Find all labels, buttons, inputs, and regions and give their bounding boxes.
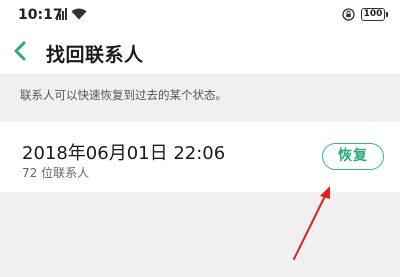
wifi-icon	[71, 8, 87, 20]
backup-contact-count: 72 位联系人	[22, 166, 90, 180]
restore-button[interactable]: 恢复	[322, 143, 384, 170]
lock-rotation-icon	[342, 8, 355, 21]
annotation-arrow-icon	[293, 186, 330, 260]
backup-date: 2018年06月01日 22:06	[22, 143, 226, 164]
hint-text: 联系人可以快速恢复到过去的某个状态。	[20, 88, 227, 102]
chevron-left-icon[interactable]	[12, 40, 28, 62]
page-title: 找回联系人	[46, 44, 144, 66]
status-bar: 10:17 100	[0, 0, 400, 30]
battery-icon: 100	[361, 8, 388, 21]
signal-icon	[56, 8, 67, 20]
